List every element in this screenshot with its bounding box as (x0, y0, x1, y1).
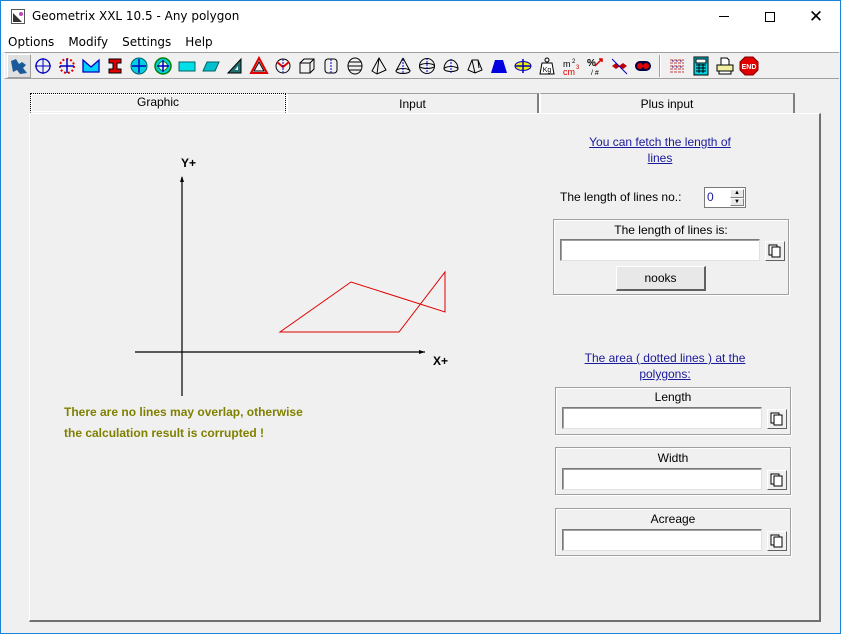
arrow-up-icon: ▲ (734, 190, 740, 197)
width-label: Width (657, 451, 689, 465)
calculator-button[interactable] (689, 54, 713, 78)
svg-text:END: END (742, 64, 757, 71)
copy-acreage-button[interactable] (767, 531, 787, 551)
unit-conversion-icon: m 2cm 3 (563, 59, 580, 76)
maximize-icon (765, 11, 775, 22)
spin-down-button[interactable]: ▼ (730, 197, 744, 206)
copy-icon (770, 534, 783, 548)
line-intersection-button[interactable] (607, 54, 631, 78)
point-distance-button[interactable] (631, 54, 655, 78)
spin-up-button[interactable]: ▲ (730, 189, 744, 198)
tab-plus-input[interactable]: Plus input (539, 93, 795, 114)
area-link-line-2: polygons: (639, 367, 691, 381)
calculator-icon (693, 56, 709, 75)
warning-line-2: the calculation result is corrupted ! (64, 426, 265, 440)
warning-line-1: There are no lines may overlap, otherwis… (64, 405, 303, 419)
line-length-field[interactable] (560, 239, 760, 261)
line-intersection-icon (611, 58, 628, 74)
svg-text:cm: cm (563, 67, 575, 76)
line-number-spinner[interactable]: 0 ▲ ▼ (704, 187, 746, 208)
fetch-link-line-2: lines (647, 151, 673, 165)
line-number-value[interactable]: 0 (707, 190, 714, 204)
close-icon: ✕ (808, 6, 824, 27)
end-icon: END (739, 56, 759, 75)
fetch-length-link[interactable]: You can fetch the length of lines (569, 134, 751, 166)
width-group: Width (555, 447, 791, 495)
x-axis-arrow (419, 350, 425, 354)
minimize-button[interactable] (701, 1, 747, 32)
polygon-graph: Y+ X+ (135, 156, 448, 396)
nooks-button[interactable]: nooks (616, 266, 706, 291)
copy-icon (768, 244, 781, 258)
svg-text:/ #: / # (591, 70, 599, 76)
end-button[interactable]: END (737, 54, 761, 78)
svg-text:%: % (587, 58, 596, 69)
polygon-shape (278, 270, 446, 333)
acreage-group: Acreage (555, 508, 791, 556)
close-button[interactable]: ✕ (793, 1, 839, 32)
print-button[interactable] (713, 54, 737, 78)
area-link-line-1: The area ( dotted lines ) at the (584, 351, 746, 365)
copy-width-button[interactable] (767, 470, 787, 490)
length-label: Length (654, 390, 692, 404)
percent-icon: %/ # (587, 58, 603, 76)
app-window: Geometrix XXL 10.5 - Any polygon ✕ Optio… (0, 0, 841, 634)
copy-icon (770, 473, 783, 487)
maximize-button[interactable] (747, 1, 793, 32)
width-field[interactable] (562, 468, 762, 490)
copy-length-button[interactable] (767, 409, 787, 429)
unit-conversion-button[interactable]: m 2 cm 3 (559, 54, 583, 78)
overlap-warning: There are no lines may overlap, otherwis… (64, 402, 303, 444)
percent-button[interactable]: % / # (583, 54, 607, 78)
acreage-field[interactable] (562, 529, 762, 551)
minimize-icon (719, 16, 729, 17)
line-length-group: The length of lines is: nooks (553, 219, 789, 295)
y-axis-label: Y+ (181, 156, 196, 170)
length-field[interactable] (562, 407, 762, 429)
point-distance-icon (635, 60, 651, 71)
svg-text:3: 3 (576, 65, 580, 71)
arrow-down-icon: ▼ (734, 198, 740, 205)
length-group: Length (555, 387, 791, 435)
polygon-area-link[interactable]: The area ( dotted lines ) at the polygon… (567, 350, 763, 382)
copy-line-length-button[interactable] (765, 241, 785, 261)
line-number-label: The length of lines no.: (560, 190, 682, 204)
fetch-link-line-1: You can fetch the length of (589, 135, 731, 149)
list-icon (670, 59, 684, 72)
x-axis-label: X+ (433, 354, 448, 368)
y-axis-arrow (180, 176, 184, 182)
acreage-label: Acreage (650, 512, 696, 526)
printer-icon (716, 57, 734, 74)
line-length-label: The length of lines is: (614, 223, 728, 237)
toolbar-separator (659, 54, 661, 77)
copy-icon (770, 412, 783, 426)
list-button[interactable] (665, 54, 689, 78)
